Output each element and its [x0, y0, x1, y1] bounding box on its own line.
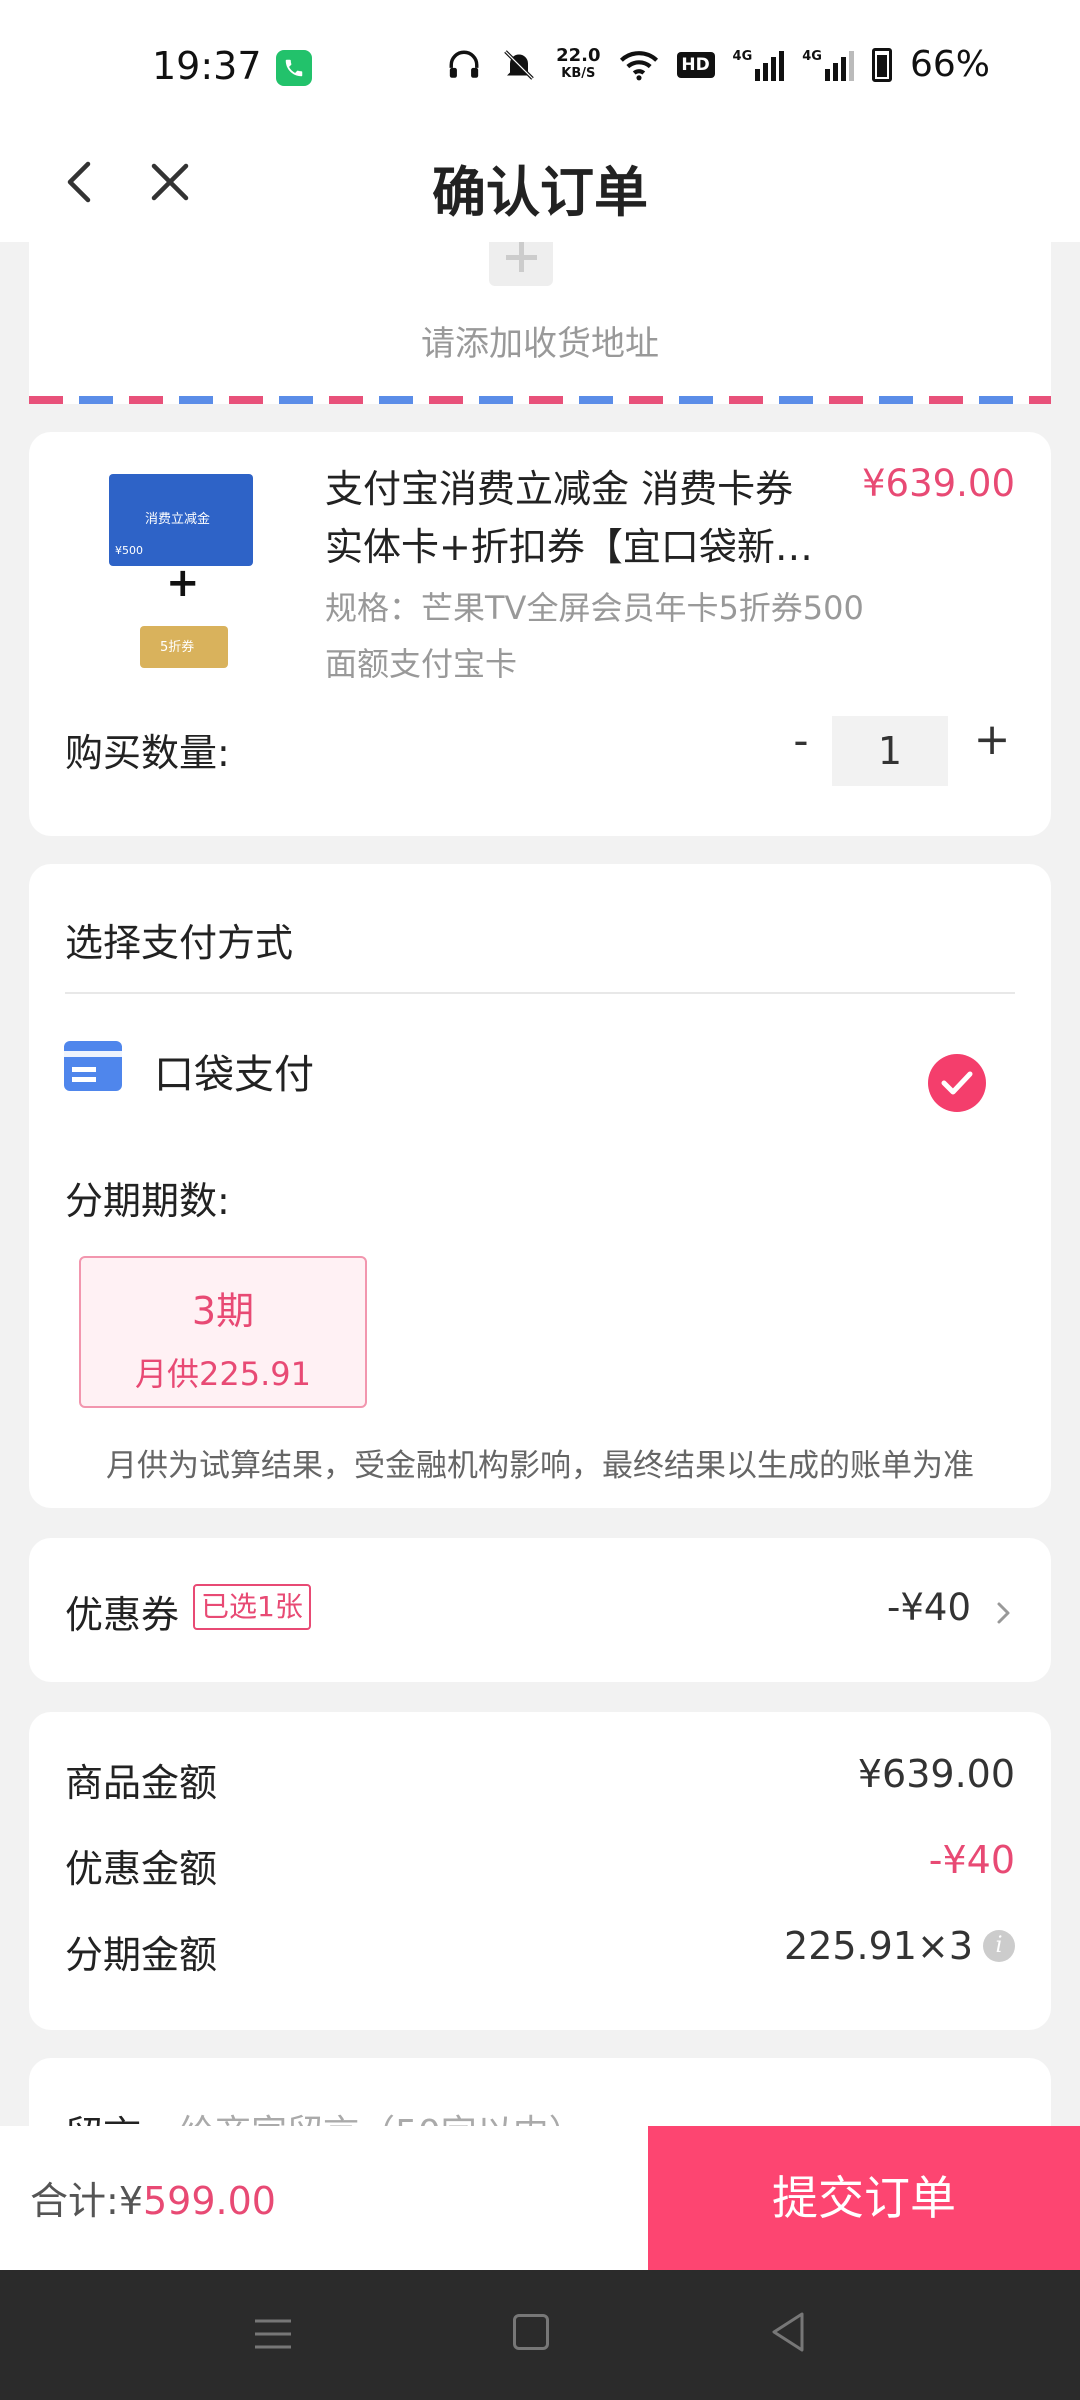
home-icon[interactable]: [513, 2314, 549, 2350]
chevron-right-icon: [997, 1602, 1010, 1624]
payment-method-label[interactable]: 口袋支付: [154, 1042, 314, 1100]
nav-back-icon[interactable]: [768, 2310, 808, 2354]
envelope-stripe: [29, 396, 1051, 404]
coupon-selected-badge: 已选1张: [193, 1584, 311, 1630]
installment-periods: 3期: [191, 1289, 255, 1333]
mute-bell-icon: [504, 49, 534, 80]
coupon-label: 优惠券: [65, 1593, 180, 1637]
discount-coupon-image: 5折券: [140, 626, 228, 668]
product-card: 消费立减金 ¥500 + 5折券 支付宝消费立减金 消费卡券实体卡+折扣券【宜口…: [29, 432, 1051, 836]
signal-2-label: 4G: [802, 48, 822, 64]
quantity-increase-button[interactable]: +: [967, 714, 1017, 765]
quantity-label: 购买数量:: [65, 731, 230, 775]
product-bundle-plus: +: [166, 560, 200, 606]
hd-voice-icon: HD: [676, 51, 715, 78]
system-nav-bar: [0, 2270, 1080, 2400]
discount-amount-value: -¥40: [928, 1838, 1015, 1882]
total: 合计:¥599.00: [30, 2170, 276, 2225]
divider: [65, 992, 1015, 994]
header: 确认订单: [0, 130, 1080, 242]
installment-label: 分期期数:: [65, 1179, 230, 1223]
goods-amount-value: ¥639.00: [857, 1752, 1015, 1796]
product-title: 支付宝消费立减金 消费卡券实体卡+折扣券【宜口袋新…: [325, 467, 813, 569]
signal-1-label: 4G: [732, 48, 753, 64]
product-card-image: 消费立减金 ¥500: [109, 474, 253, 566]
summary-row-discount: 优惠金额 -¥40: [65, 1838, 1015, 1894]
card-payment-icon: [64, 1041, 122, 1091]
add-address-text: 请添加收货地址: [421, 324, 659, 364]
signal-icon-1: 4G: [733, 49, 785, 81]
installment-option-3[interactable]: 3期 月供225.91: [79, 1256, 367, 1408]
page-title: 确认订单: [432, 161, 648, 224]
goods-amount-label: 商品金额: [65, 1761, 218, 1805]
net-speed-value: 22.0: [556, 44, 601, 66]
status-bar: 19:37 22.0 KB/S HD 4G 4G 66%: [0, 0, 1080, 130]
installment-monthly: 月供225.91: [135, 1355, 311, 1393]
quantity-decrease-button[interactable]: -: [781, 716, 821, 765]
add-address-card[interactable]: 请添加收货地址: [29, 242, 1051, 404]
battery-icon: [871, 47, 892, 82]
status-icons: 22.0 KB/S HD 4G 4G 66%: [446, 44, 990, 85]
net-speed: 22.0 KB/S: [556, 44, 601, 83]
payment-card: 选择支付方式 口袋支付 分期期数: 3期 月供225.91 月供为试算结果，受金…: [29, 864, 1051, 1508]
signal-icon-2: 4G: [802, 49, 854, 81]
info-icon[interactable]: i: [983, 1929, 1015, 1962]
payment-section-title: 选择支付方式: [65, 921, 294, 965]
installment-amount: 225.91×3 i: [784, 1924, 1015, 1968]
price-summary-card: 商品金额 ¥639.00 优惠金额 -¥40 分期金额 225.91×3 i: [29, 1712, 1051, 2030]
phone-call-icon: [276, 50, 312, 86]
summary-row-goods: 商品金额 ¥639.00: [65, 1752, 1015, 1808]
summary-row-installment: 分期金额 225.91×3 i: [65, 1924, 1015, 1980]
installment-amount-value: 225.91×3: [784, 1924, 973, 1968]
net-speed-unit: KB/S: [561, 65, 596, 81]
add-icon: [489, 242, 553, 286]
wifi-icon: [619, 50, 658, 80]
battery-percent: 66%: [909, 44, 990, 85]
coupon-value: -¥40: [887, 1586, 971, 1629]
status-time: 19:37: [152, 44, 262, 88]
coupon-image-label: 5折券: [160, 640, 195, 655]
product-spec: 规格：芒果TV全屏会员年卡5折券500面额支付宝卡: [325, 589, 864, 683]
installment-amount-label: 分期金额: [65, 1933, 218, 1977]
discount-amount-label: 优惠金额: [65, 1847, 218, 1891]
product-price: ¥639.00: [861, 462, 1015, 505]
coupon-row[interactable]: 优惠券 已选1张 -¥40: [29, 1538, 1051, 1682]
total-label: 合计:: [30, 2179, 119, 2223]
checkmark-icon[interactable]: [928, 1054, 986, 1112]
checkout-bar: 合计:¥599.00 提交订单: [0, 2126, 1080, 2270]
installment-note: 月供为试算结果，受金融机构影响，最终结果以生成的账单为准: [106, 1448, 974, 1484]
headphones-icon: [449, 50, 479, 78]
product-image-value: ¥500: [115, 544, 143, 557]
total-value: 599.00: [143, 2179, 276, 2223]
submit-order-button[interactable]: 提交订单: [648, 2126, 1080, 2270]
recent-apps-icon[interactable]: [253, 2316, 293, 2352]
quantity-input[interactable]: 1: [832, 716, 948, 786]
total-currency: ¥: [118, 2179, 143, 2223]
product-image-label: 消费立减金: [145, 512, 211, 527]
